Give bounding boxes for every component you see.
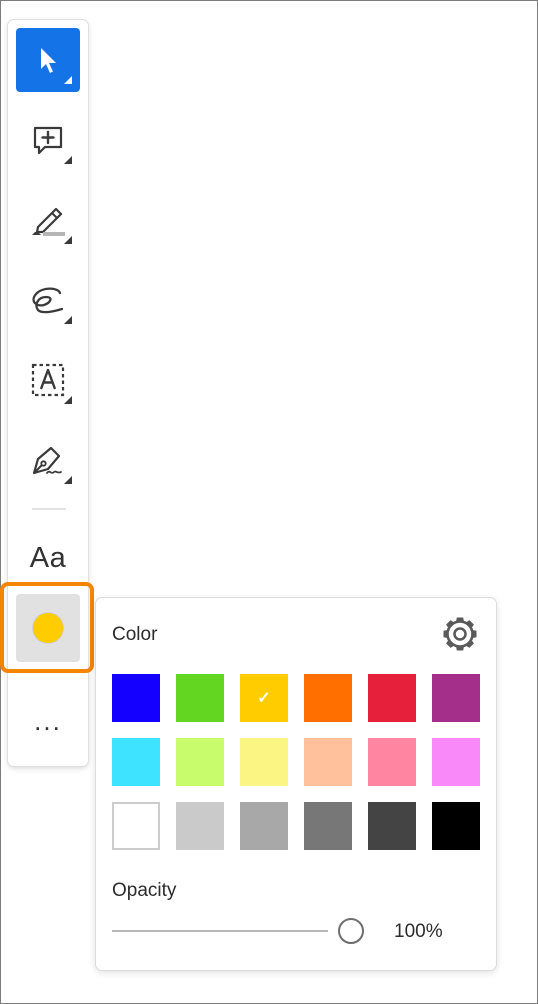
color-swatch[interactable] [240, 738, 288, 786]
submenu-indicator [64, 476, 72, 484]
select-tool-button[interactable] [16, 28, 80, 92]
comment-plus-icon [31, 123, 65, 157]
color-settings-button[interactable] [440, 616, 480, 656]
color-panel-title: Color [112, 624, 158, 645]
color-tool-button[interactable] [16, 594, 80, 662]
text-properties-button[interactable]: Aa [16, 526, 80, 590]
current-color-swatch [33, 613, 63, 643]
submenu-indicator [64, 236, 72, 244]
color-swatch[interactable] [304, 674, 352, 722]
color-swatch[interactable] [432, 738, 480, 786]
color-swatch[interactable] [240, 802, 288, 850]
text-box-tool-button[interactable] [16, 348, 80, 412]
more-options-icon: ... [34, 706, 62, 736]
submenu-indicator [64, 156, 72, 164]
freehand-loop-icon [28, 285, 68, 315]
color-swatch[interactable] [368, 802, 416, 850]
color-swatch[interactable] [112, 738, 160, 786]
more-tools-button[interactable]: ... [16, 694, 80, 758]
sign-tool-button[interactable] [16, 428, 80, 492]
color-swatch[interactable]: ✓ [240, 674, 288, 722]
highlighter-icon [29, 203, 67, 237]
opacity-slider-handle[interactable] [338, 918, 364, 944]
annotation-toolbar: Aa ... [8, 20, 88, 766]
color-swatch[interactable] [304, 802, 352, 850]
color-swatch[interactable] [432, 674, 480, 722]
submenu-indicator [64, 76, 72, 84]
color-picker-popover: Color ✓ Opacity 100% [96, 598, 496, 970]
text-box-icon [30, 362, 66, 398]
draw-tool-button[interactable] [16, 268, 80, 332]
gear-icon [441, 615, 479, 658]
color-swatch[interactable] [304, 738, 352, 786]
submenu-indicator [64, 316, 72, 324]
color-swatch[interactable] [432, 802, 480, 850]
pen-nib-icon [29, 443, 67, 477]
color-swatch[interactable] [112, 802, 160, 850]
pointer-arrow-icon [35, 45, 61, 75]
color-swatch[interactable] [176, 674, 224, 722]
toolbar-divider [32, 508, 66, 510]
selected-check-icon: ✓ [257, 690, 271, 707]
opacity-label: Opacity [112, 880, 177, 901]
color-swatch[interactable] [176, 738, 224, 786]
opacity-value: 100% [394, 921, 443, 942]
text-tool-label: Aa [29, 541, 67, 574]
highlight-tool-button[interactable] [16, 188, 80, 252]
color-swatch[interactable] [112, 674, 160, 722]
add-comment-tool-button[interactable] [16, 108, 80, 172]
opacity-slider-track[interactable] [112, 930, 328, 932]
submenu-indicator [64, 396, 72, 404]
color-swatch[interactable] [368, 674, 416, 722]
color-swatch[interactable] [176, 802, 224, 850]
color-swatch[interactable] [368, 738, 416, 786]
